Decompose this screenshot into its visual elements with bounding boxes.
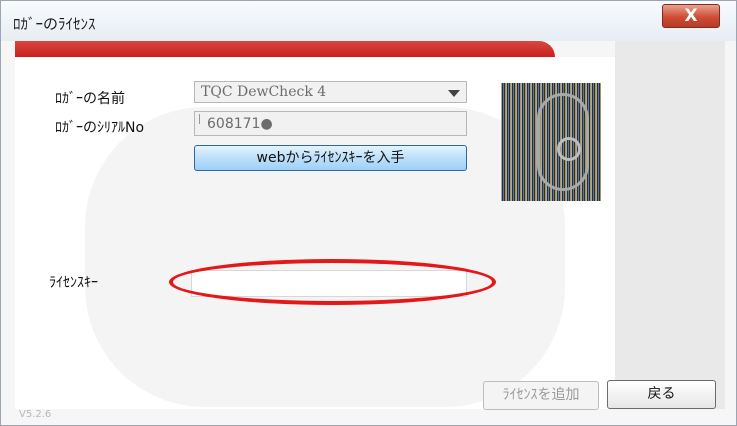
get-license-from-web-button[interactable]: webからﾗｲｾﾝｽｷｰを入手 bbox=[194, 145, 467, 171]
license-key-label: ﾗｲｾﾝｽｷｰ bbox=[49, 275, 98, 291]
version-label: V5.2.6 bbox=[19, 409, 52, 420]
right-panel bbox=[615, 41, 725, 409]
window-title: ﾛｶﾞｰのﾗｲｾﾝｽ bbox=[13, 15, 96, 33]
header-accent-band bbox=[15, 41, 555, 57]
annotation-ellipse bbox=[169, 259, 496, 305]
license-dialog: ﾛｶﾞｰのﾗｲｾﾝｽ X ﾛｶﾞｰの名前 TQC DewCheck 4 ﾛｶﾞｰ… bbox=[0, 0, 737, 426]
serial-field: 608171● bbox=[194, 111, 467, 136]
device-ring-outline bbox=[557, 137, 581, 161]
close-button[interactable]: X bbox=[662, 4, 720, 28]
logger-name-select[interactable]: TQC DewCheck 4 bbox=[194, 81, 467, 103]
device-image bbox=[501, 83, 601, 201]
close-icon: X bbox=[684, 6, 698, 26]
logger-name-value: TQC DewCheck 4 bbox=[201, 84, 327, 100]
serial-value: 608171● bbox=[207, 116, 273, 132]
add-license-button[interactable]: ﾗｲｾﾝｽを追加 bbox=[483, 381, 599, 410]
title-bar: ﾛｶﾞｰのﾗｲｾﾝｽ X bbox=[1, 1, 736, 41]
chevron-down-icon[interactable] bbox=[448, 90, 460, 97]
text-cursor-icon bbox=[199, 114, 200, 124]
logger-name-label: ﾛｶﾞｰの名前 bbox=[55, 91, 125, 107]
back-button[interactable]: 戻る bbox=[607, 380, 716, 409]
serial-label: ﾛｶﾞｰのｼﾘｱﾙNo bbox=[55, 120, 145, 136]
